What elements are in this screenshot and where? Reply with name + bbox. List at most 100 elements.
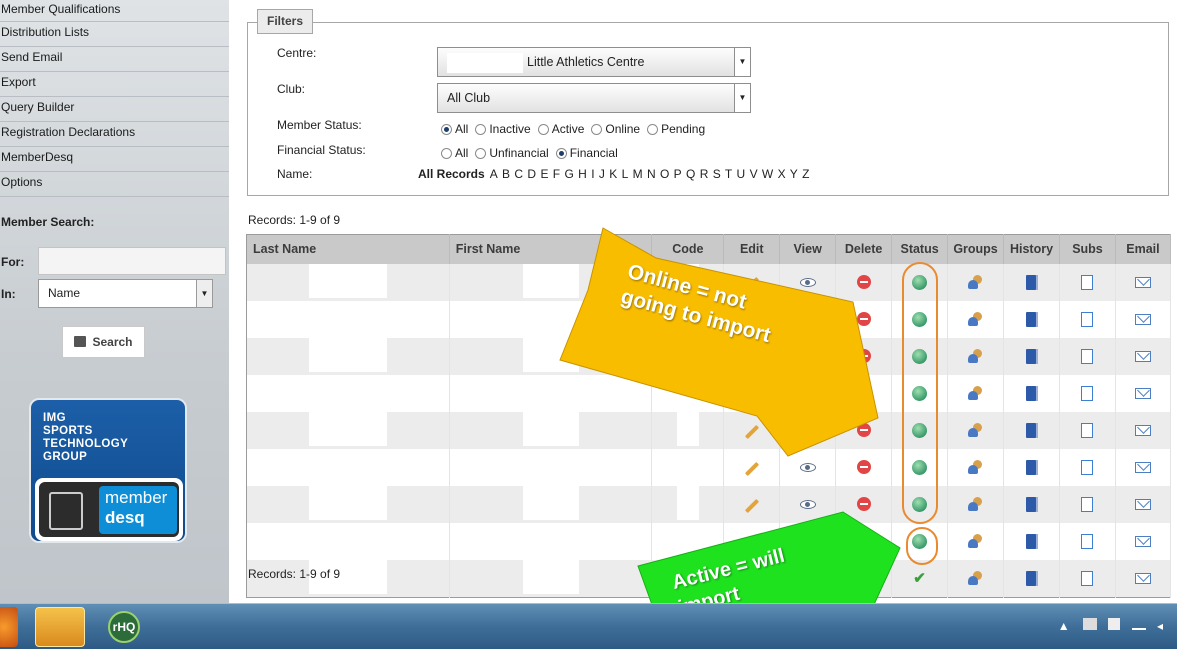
financial-status-option-unfinancial[interactable]: Unfinancial bbox=[475, 146, 549, 160]
view-cell[interactable] bbox=[779, 448, 837, 486]
member-status-radio-all[interactable] bbox=[441, 124, 452, 135]
view-icon[interactable] bbox=[799, 463, 816, 473]
view-icon[interactable] bbox=[799, 574, 816, 584]
groups-cell[interactable] bbox=[947, 485, 1005, 523]
table-row[interactable] bbox=[246, 522, 1172, 560]
club-select[interactable]: All Club ▼ bbox=[437, 83, 751, 113]
search-button[interactable]: Search bbox=[62, 326, 145, 358]
sidebar-item-options[interactable]: Options bbox=[0, 172, 229, 197]
power-icon[interactable] bbox=[1108, 618, 1121, 630]
groups-cell[interactable] bbox=[947, 300, 1005, 338]
column-header-subs[interactable]: Subs bbox=[1059, 234, 1116, 264]
email-icon[interactable] bbox=[1134, 351, 1151, 363]
delete-icon[interactable] bbox=[856, 275, 871, 290]
view-icon[interactable] bbox=[799, 389, 816, 399]
letter-link-x[interactable]: X bbox=[778, 167, 786, 181]
groups-cell[interactable] bbox=[947, 411, 1005, 449]
sidebar-item-member-qualifications[interactable]: Member Qualifications bbox=[0, 0, 229, 22]
letter-link-f[interactable]: F bbox=[553, 167, 560, 181]
table-row[interactable] bbox=[246, 374, 1172, 412]
subs-cell[interactable] bbox=[1059, 337, 1116, 375]
history-cell[interactable] bbox=[1003, 300, 1060, 338]
subs-cell[interactable] bbox=[1059, 411, 1116, 449]
status-cell[interactable] bbox=[891, 411, 949, 449]
subs-cell[interactable] bbox=[1059, 559, 1116, 597]
status-cell[interactable] bbox=[891, 263, 949, 301]
groups-icon[interactable] bbox=[967, 497, 984, 512]
view-icon[interactable] bbox=[799, 278, 816, 288]
table-row[interactable] bbox=[246, 485, 1172, 523]
sidebar-item-export[interactable]: Export bbox=[0, 72, 229, 97]
table-row[interactable] bbox=[246, 411, 1172, 449]
online-status-icon[interactable] bbox=[912, 459, 928, 475]
status-cell[interactable]: ✔ bbox=[891, 559, 949, 597]
subs-icon[interactable] bbox=[1081, 459, 1094, 475]
member-status-radio-online[interactable] bbox=[591, 124, 603, 135]
status-cell[interactable] bbox=[891, 522, 949, 560]
member-status-radio-inactive[interactable] bbox=[475, 124, 487, 135]
table-row[interactable] bbox=[246, 337, 1172, 375]
letter-link-b[interactable]: B bbox=[502, 167, 510, 181]
letter-link-v[interactable]: V bbox=[750, 167, 758, 181]
subs-cell[interactable] bbox=[1059, 485, 1116, 523]
view-cell[interactable] bbox=[779, 337, 837, 375]
history-cell[interactable] bbox=[1003, 411, 1060, 449]
column-header-status[interactable]: Status bbox=[891, 234, 949, 264]
groups-cell[interactable] bbox=[947, 559, 1005, 597]
email-icon[interactable] bbox=[1134, 462, 1151, 474]
email-cell[interactable] bbox=[1115, 374, 1172, 412]
delete-cell[interactable] bbox=[835, 337, 893, 375]
history-icon[interactable] bbox=[1025, 422, 1038, 438]
volume-icon[interactable]: ◂ bbox=[1157, 619, 1169, 633]
letter-link-n[interactable]: N bbox=[647, 167, 656, 181]
online-status-icon[interactable] bbox=[912, 385, 928, 401]
delete-icon[interactable] bbox=[856, 497, 871, 512]
groups-icon[interactable] bbox=[967, 534, 984, 549]
history-cell[interactable] bbox=[1003, 485, 1060, 523]
letter-link-g[interactable]: G bbox=[564, 167, 573, 181]
outlook-icon[interactable] bbox=[35, 607, 85, 647]
subs-cell[interactable] bbox=[1059, 374, 1116, 412]
subs-icon[interactable] bbox=[1081, 311, 1094, 327]
groups-icon[interactable] bbox=[967, 386, 984, 401]
history-icon[interactable] bbox=[1025, 348, 1038, 364]
letter-link-p[interactable]: P bbox=[674, 167, 682, 181]
financial-status-radio-financial[interactable] bbox=[555, 148, 567, 159]
subs-cell[interactable] bbox=[1059, 300, 1116, 338]
history-cell[interactable] bbox=[1003, 374, 1060, 412]
edit-icon[interactable] bbox=[744, 424, 759, 440]
member-status-radio-active[interactable] bbox=[537, 124, 549, 135]
status-cell[interactable] bbox=[891, 485, 949, 523]
view-cell[interactable] bbox=[779, 485, 837, 523]
groups-icon[interactable] bbox=[967, 349, 984, 364]
email-icon[interactable] bbox=[1134, 536, 1151, 548]
letter-link-i[interactable]: I bbox=[591, 167, 594, 181]
online-status-icon[interactable] bbox=[912, 496, 928, 512]
subs-cell[interactable] bbox=[1059, 448, 1116, 486]
financial-status-option-all[interactable]: All bbox=[441, 146, 468, 160]
letter-link-z[interactable]: Z bbox=[802, 167, 809, 181]
status-cell[interactable] bbox=[891, 337, 949, 375]
search-for-input[interactable] bbox=[38, 247, 226, 275]
edit-cell[interactable] bbox=[723, 411, 781, 449]
groups-cell[interactable] bbox=[947, 448, 1005, 486]
subs-icon[interactable] bbox=[1081, 422, 1094, 438]
subs-icon[interactable] bbox=[1081, 496, 1094, 512]
member-status-option-online[interactable]: Online bbox=[591, 122, 640, 136]
column-header-code[interactable]: Code bbox=[651, 234, 725, 264]
subs-cell[interactable] bbox=[1059, 522, 1116, 560]
letter-link-w[interactable]: W bbox=[762, 167, 773, 181]
groups-icon[interactable] bbox=[967, 275, 984, 290]
history-icon[interactable] bbox=[1025, 533, 1038, 549]
member-status-option-inactive[interactable]: Inactive bbox=[475, 122, 531, 136]
history-cell[interactable] bbox=[1003, 448, 1060, 486]
status-cell[interactable] bbox=[891, 448, 949, 486]
letter-link-q[interactable]: Q bbox=[686, 167, 695, 181]
view-cell[interactable] bbox=[779, 522, 837, 560]
history-cell[interactable] bbox=[1003, 263, 1060, 301]
delete-cell[interactable] bbox=[835, 559, 893, 597]
email-icon[interactable] bbox=[1134, 425, 1151, 437]
email-icon[interactable] bbox=[1134, 573, 1151, 585]
status-cell[interactable] bbox=[891, 300, 949, 338]
subs-icon[interactable] bbox=[1081, 348, 1094, 364]
